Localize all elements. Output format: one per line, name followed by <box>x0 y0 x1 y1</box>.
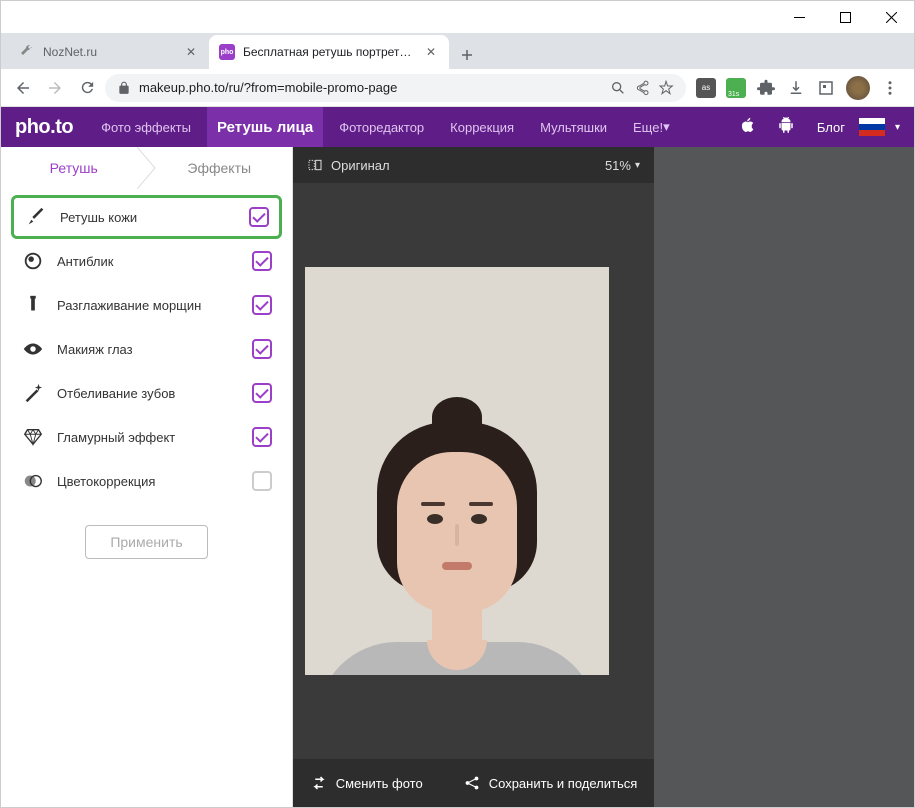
new-tab-button[interactable] <box>453 41 481 69</box>
checkbox-icon[interactable] <box>252 471 272 491</box>
url-input[interactable]: makeup.pho.to/ru/?from=mobile-promo-page <box>105 74 686 102</box>
extension-icon[interactable]: 31s <box>726 78 746 98</box>
nav-correction[interactable]: Коррекция <box>440 107 524 147</box>
nav-cartoons[interactable]: Мультяшки <box>530 107 617 147</box>
address-bar: makeup.pho.to/ru/?from=mobile-promo-page… <box>1 69 914 107</box>
browser-menu-icon[interactable] <box>880 78 900 98</box>
tube-icon <box>21 293 45 317</box>
photo-viewport[interactable] <box>293 183 654 759</box>
checkbox-icon[interactable] <box>252 427 272 447</box>
option-wrinkle-smooth[interactable]: Разглаживание морщин <box>11 283 282 327</box>
option-label: Гламурный эффект <box>57 430 240 445</box>
option-teeth-whiten[interactable]: Отбеливание зубов <box>11 371 282 415</box>
checkbox-icon[interactable] <box>252 339 272 359</box>
apple-icon[interactable] <box>739 117 759 137</box>
forward-button[interactable] <box>41 74 69 102</box>
browser-tab-strip: NozNet.ru ✕ pho Бесплатная ретушь портре… <box>1 33 914 69</box>
extensions-menu-icon[interactable] <box>756 78 776 98</box>
option-eye-makeup[interactable]: Макияж глаз <box>11 327 282 371</box>
apply-button[interactable]: Применить <box>85 525 207 559</box>
portrait-image <box>305 267 609 675</box>
browser-tab-photo[interactable]: pho Бесплатная ретушь портретных ✕ <box>209 35 449 69</box>
save-share-button[interactable]: Сохранить и поделиться <box>463 774 638 792</box>
maximize-button[interactable] <box>822 1 868 33</box>
option-label: Ретушь кожи <box>60 210 237 225</box>
overlap-icon <box>21 469 45 493</box>
tab-title: Бесплатная ретушь портретных <box>243 45 415 59</box>
reload-button[interactable] <box>73 74 101 102</box>
option-anti-glare[interactable]: Антиблик <box>11 239 282 283</box>
nav-blog[interactable]: Блог <box>817 120 845 135</box>
site-favicon: pho <box>219 44 235 60</box>
chevron-down-icon: ▾ <box>635 160 640 171</box>
window-titlebar <box>1 1 914 33</box>
close-icon[interactable]: ✕ <box>183 44 199 60</box>
swap-icon <box>310 774 328 792</box>
option-label: Макияж глаз <box>57 342 240 357</box>
browser-tab-noznet[interactable]: NozNet.ru ✕ <box>9 35 209 69</box>
lock-icon <box>117 81 131 95</box>
brush-icon <box>24 205 48 229</box>
option-label: Антиблик <box>57 254 240 269</box>
wrench-icon <box>19 44 35 60</box>
tab-title: NozNet.ru <box>43 45 175 59</box>
checkbox-icon[interactable] <box>252 383 272 403</box>
checkbox-icon[interactable] <box>249 207 269 227</box>
profile-avatar[interactable] <box>846 76 870 100</box>
close-icon[interactable]: ✕ <box>423 44 439 60</box>
minimize-button[interactable] <box>776 1 822 33</box>
search-icon[interactable] <box>610 80 626 96</box>
close-window-button[interactable] <box>868 1 914 33</box>
nav-face-retouch[interactable]: Ретушь лица <box>207 107 323 147</box>
canvas-area: Оригинал 51% ▾ <box>293 147 654 807</box>
option-glamour[interactable]: Гламурный эффект <box>11 415 282 459</box>
option-color-correction[interactable]: Цветокоррекция <box>11 459 282 503</box>
share-icon <box>463 774 481 792</box>
checkbox-icon[interactable] <box>252 251 272 271</box>
zoom-control[interactable]: 51% ▾ <box>605 158 640 173</box>
bookmark-star-icon[interactable] <box>658 80 674 96</box>
eye-icon <box>21 337 45 361</box>
extension-icons: as 31s <box>690 76 906 100</box>
option-label: Цветокоррекция <box>57 474 240 489</box>
language-flag-ru[interactable] <box>859 118 885 136</box>
change-photo-button[interactable]: Сменить фото <box>310 774 423 792</box>
nav-more[interactable]: Еще! ▾ <box>623 107 680 147</box>
compare-icon <box>307 157 323 173</box>
extension-icon[interactable] <box>786 78 806 98</box>
nav-photo-effects[interactable]: Фото эффекты <box>91 107 201 147</box>
sidebar: Ретушь Эффекты Ретушь кожи Антиблик <box>1 147 293 807</box>
android-icon[interactable] <box>777 117 797 137</box>
circle-icon <box>21 249 45 273</box>
option-skin-retouch[interactable]: Ретушь кожи <box>11 195 282 239</box>
chevron-down-icon[interactable]: ▾ <box>895 122 900 133</box>
tab-retouch[interactable]: Ретушь <box>1 147 147 189</box>
original-toggle[interactable]: Оригинал <box>307 157 390 173</box>
share-icon[interactable] <box>634 80 650 96</box>
diamond-icon <box>21 425 45 449</box>
url-text: makeup.pho.to/ru/?from=mobile-promo-page <box>139 80 602 95</box>
site-header: pho.to Фото эффекты Ретушь лица Фотореда… <box>1 107 914 147</box>
option-label: Отбеливание зубов <box>57 386 240 401</box>
checkbox-icon[interactable] <box>252 295 272 315</box>
wand-icon <box>21 381 45 405</box>
tab-effects[interactable]: Эффекты <box>147 147 293 189</box>
site-logo[interactable]: pho.to <box>15 116 73 139</box>
extension-icon[interactable] <box>816 78 836 98</box>
back-button[interactable] <box>9 74 37 102</box>
right-panel <box>654 147 914 807</box>
nav-photo-editor[interactable]: Фоторедактор <box>329 107 434 147</box>
option-label: Разглаживание морщин <box>57 298 240 313</box>
extension-icon[interactable]: as <box>696 78 716 98</box>
